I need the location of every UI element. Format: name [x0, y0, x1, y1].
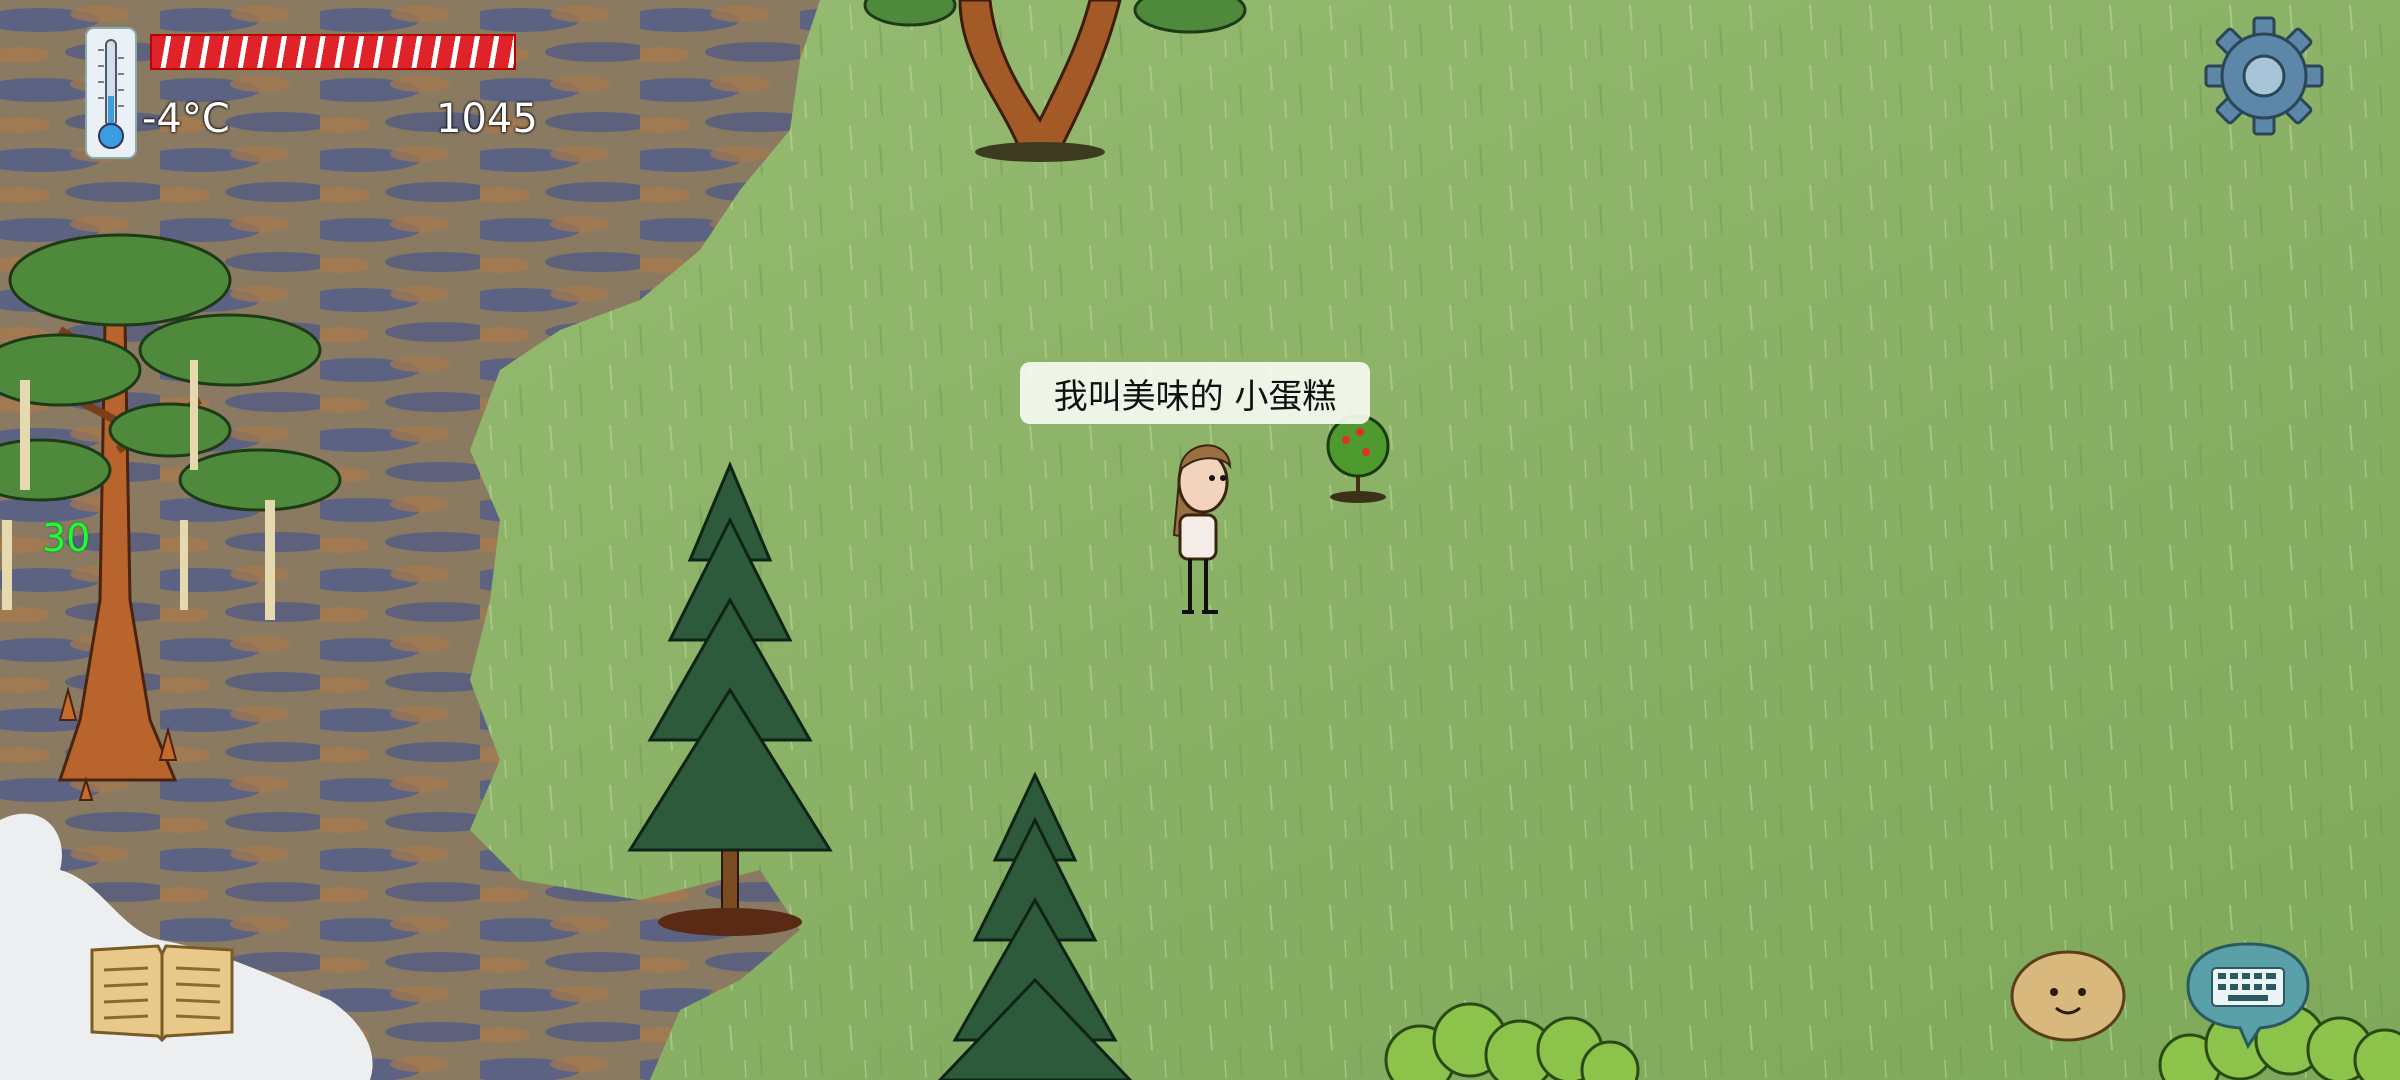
thermometer-icon: [85, 27, 137, 159]
settings-button[interactable]: [2202, 14, 2326, 138]
player-speech-bubble: 我叫美味的 小蛋糕: [1020, 362, 1370, 424]
health-bar-fill: [152, 36, 514, 68]
emote-button[interactable]: [2008, 946, 2128, 1046]
keyboard-icon: [2186, 942, 2310, 1050]
chat-keyboard-button[interactable]: [2184, 940, 2312, 1050]
gear-icon: [2204, 16, 2324, 136]
smiley-face-icon: [2010, 950, 2126, 1042]
health-bar: [150, 34, 516, 70]
score-readout: 1045: [436, 96, 538, 142]
age-readout: 30: [42, 516, 91, 560]
temperature-readout: -4°C: [142, 96, 230, 142]
player-speech-text: 我叫美味的 小蛋糕: [1053, 376, 1337, 417]
recipe-book-button[interactable]: [86, 940, 238, 1044]
game-world[interactable]: [0, 0, 2400, 1080]
book-icon: [90, 944, 234, 1043]
